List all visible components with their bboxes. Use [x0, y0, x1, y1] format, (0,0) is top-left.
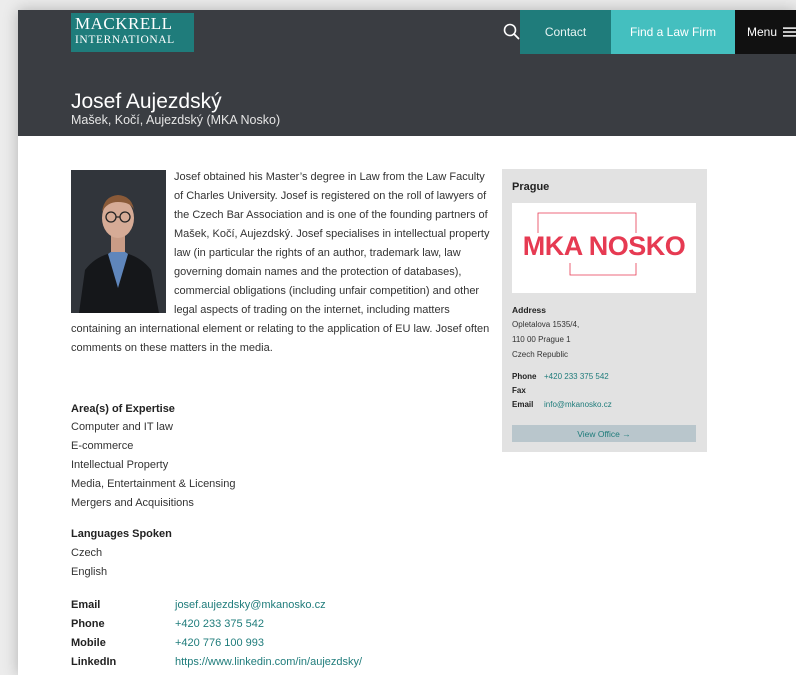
list-item: English: [71, 566, 108, 578]
office-card: Prague MKA NOSKO Address Opletalova 1535…: [502, 169, 707, 452]
view-office-button[interactable]: View Office →: [512, 425, 696, 442]
phone-row: Phone +420 233 375 542: [71, 615, 362, 634]
languages-title: Languages Spoken: [71, 528, 172, 540]
office-phone-link[interactable]: +420 233 375 542: [544, 370, 609, 384]
office-contacts: Phone +420 233 375 542 Fax Email info@mk…: [512, 370, 612, 412]
expertise-title: Area(s) of Expertise: [71, 403, 175, 415]
office-city: Prague: [512, 181, 550, 193]
profile-photo: [71, 170, 166, 313]
address-label: Address: [512, 305, 547, 315]
email-label: Email: [71, 599, 101, 611]
mobile-row: Mobile +420 776 100 993: [71, 634, 362, 653]
logo-line1: MACKRELL: [75, 14, 173, 33]
phone-label: Phone: [71, 618, 105, 630]
address-line: Czech Republic: [512, 350, 569, 359]
profile-header: Josef Aujezdský Mašek, Kočí, Aujezdský (…: [18, 54, 796, 136]
mackrell-logo[interactable]: MACKRELL INTERNATIONAL: [71, 13, 194, 52]
office-email-row: Email info@mkanosko.cz: [512, 398, 612, 412]
firm-name: Mašek, Kočí, Aujezdský (MKA Nosko): [71, 113, 281, 127]
expertise-list: Computer and IT law E-commerce Intellect…: [71, 418, 235, 513]
portrait-illustration: [71, 170, 166, 313]
menu-label: Menu: [747, 25, 778, 39]
office-logo-text: MKA NOSKO: [522, 231, 686, 261]
mobile-link[interactable]: +420 776 100 993: [175, 634, 264, 653]
email-row: Email josef.aujezdsky@mkanosko.cz: [71, 596, 362, 615]
email-link[interactable]: josef.aujezdsky@mkanosko.cz: [175, 596, 326, 615]
office-phone-label: Phone: [512, 372, 537, 381]
list-item: Intellectual Property: [71, 459, 169, 471]
linkedin-link[interactable]: https://www.linkedin.com/in/aujezdsky/: [175, 653, 362, 672]
contact-button[interactable]: Contact: [520, 10, 611, 54]
menu-button[interactable]: Menu: [735, 10, 796, 54]
address-line: 110 00 Prague 1: [512, 335, 571, 344]
linkedin-label: LinkedIn: [71, 656, 117, 668]
phone-link[interactable]: +420 233 375 542: [175, 615, 264, 634]
linkedin-row: LinkedIn https://www.linkedin.com/in/auj…: [71, 653, 362, 672]
logo-line2: INTERNATIONAL: [75, 34, 175, 46]
office-address: Opletalova 1535/4, 110 00 Prague 1 Czech…: [512, 317, 579, 362]
page: MACKRELL INTERNATIONAL Contact Find a La…: [18, 10, 796, 675]
list-item: E-commerce: [71, 440, 134, 452]
office-phone-row: Phone +420 233 375 542: [512, 370, 612, 384]
page-title: Josef Aujezdský: [71, 90, 222, 113]
list-item: Mergers and Acquisitions: [71, 497, 194, 509]
find-law-firm-button[interactable]: Find a Law Firm: [611, 10, 735, 54]
hamburger-icon: [783, 27, 796, 37]
mobile-label: Mobile: [71, 637, 106, 649]
address-line: Opletalova 1535/4,: [512, 320, 580, 329]
contact-details: Email josef.aujezdsky@mkanosko.cz Phone …: [71, 596, 362, 672]
list-item: Computer and IT law: [71, 421, 173, 433]
office-email-label: Email: [512, 400, 534, 409]
list-item: Media, Entertainment & Licensing: [71, 478, 236, 490]
office-email-link[interactable]: info@mkanosko.cz: [544, 398, 612, 412]
languages-list: Czech English: [71, 544, 107, 582]
list-item: Czech: [71, 547, 103, 559]
office-fax-label: Fax: [512, 386, 526, 395]
office-fax-row: Fax: [512, 384, 612, 398]
top-navigation: MACKRELL INTERNATIONAL Contact Find a La…: [18, 10, 796, 54]
bio-section: Josef obtained his Master’s degree in La…: [71, 168, 493, 358]
office-logo[interactable]: MKA NOSKO: [512, 203, 696, 293]
